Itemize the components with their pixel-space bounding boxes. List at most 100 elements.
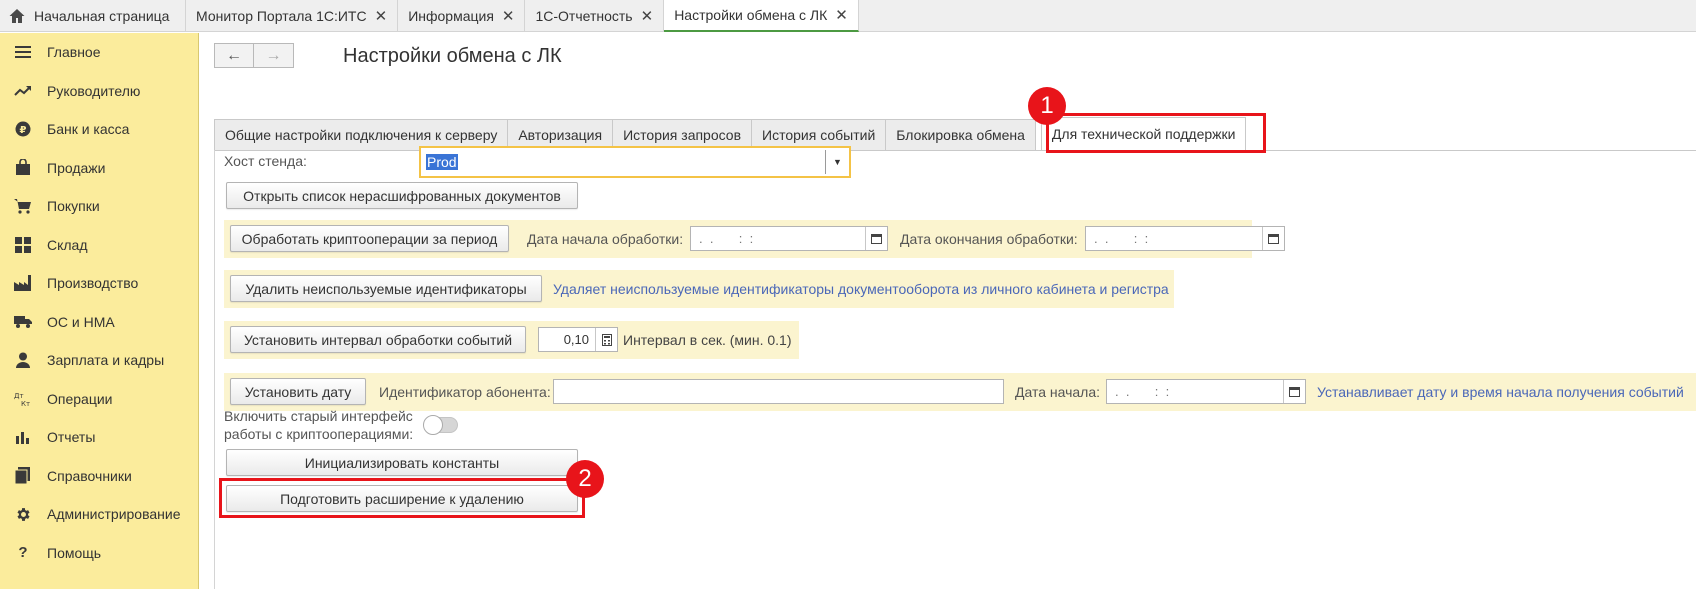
sidebar-item-label: Операции [47, 390, 113, 407]
start-date-label: Дата начала обработки: [527, 231, 684, 247]
svg-text:Кт: Кт [21, 400, 30, 407]
set-date-button[interactable]: Установить дату [230, 378, 366, 405]
sidebar-item-label: Зарплата и кадры [47, 352, 165, 369]
home-tab[interactable]: Начальная страница [0, 0, 186, 32]
old-interface-toggle[interactable] [423, 415, 458, 435]
old-interface-label: Включить старый интерфейс работы с крипт… [224, 407, 413, 443]
bar-chart-icon [14, 428, 32, 446]
sidebar-item-label: Администрирование [47, 506, 181, 523]
sidebar-item-fixed-assets[interactable]: ОС и НМА [0, 303, 198, 342]
sidebar-item-label: ОС и НМА [47, 313, 115, 330]
subscriber-id-field[interactable] [553, 379, 1004, 404]
chevron-down-icon[interactable]: ▼ [825, 150, 849, 174]
person-icon [14, 351, 32, 369]
question-icon: ? [18, 544, 28, 562]
page-title: Настройки обмена с ЛК [343, 45, 562, 67]
sidebar-item-warehouse[interactable]: Склад [0, 226, 198, 265]
end-date-value: . . : : [1094, 231, 1149, 246]
top-tab-label: 1С-Отчетность [535, 8, 633, 24]
calendar-icon[interactable] [1283, 380, 1305, 403]
top-tab-reporting[interactable]: 1С-Отчетность ✕ [525, 0, 665, 32]
close-icon[interactable]: ✕ [375, 7, 388, 25]
sidebar-item-salary[interactable]: Зарплата и кадры [0, 341, 198, 380]
sidebar-item-label: Покупки [47, 198, 100, 215]
sidebar-item-help[interactable]: ? Помощь [0, 534, 198, 573]
host-label: Хост стенда: [224, 153, 307, 169]
interval-hint: Интервал в сек. (мин. 0.1) [623, 332, 792, 348]
process-crypto-button[interactable]: Обработать криптооперации за период [230, 225, 509, 252]
calculator-icon[interactable] [595, 328, 617, 351]
top-tab-information[interactable]: Информация ✕ [398, 0, 526, 32]
close-icon[interactable]: ✕ [502, 7, 515, 25]
forward-button[interactable]: → [254, 43, 294, 68]
end-date-field[interactable]: . . : : [1085, 226, 1285, 251]
back-button[interactable]: ← [214, 43, 254, 68]
date-start-value: . . : : [1115, 384, 1170, 399]
books-icon [14, 467, 32, 485]
sidebar-item-purchases[interactable]: Покупки [0, 187, 198, 226]
sidebar-item-main[interactable]: Главное [0, 33, 198, 72]
factory-icon [14, 274, 32, 292]
top-tab-exchange-settings[interactable]: Настройки обмена с ЛК ✕ [664, 0, 859, 32]
home-tab-label: Начальная страница [34, 8, 170, 24]
top-tab-its-monitor[interactable]: Монитор Портала 1С:ИТС ✕ [186, 0, 399, 32]
warehouse-icon [14, 236, 32, 254]
old-interface-label-line1: Включить старый интерфейс [224, 408, 413, 424]
sidebar-item-sales[interactable]: Продажи [0, 149, 198, 188]
annotation-badge-2: 2 [566, 460, 604, 498]
top-tab-label: Настройки обмена с ЛК [674, 7, 828, 23]
top-tab-label: Информация [408, 8, 494, 24]
home-icon [9, 9, 25, 23]
truck-icon [14, 313, 32, 331]
main-panel: ← → Настройки обмена с ЛК Общие настройк… [200, 33, 1696, 589]
sidebar-item-label: Банк и касса [47, 121, 130, 138]
menu-icon [14, 43, 32, 61]
toggle-knob [423, 415, 443, 435]
sidebar-item-production[interactable]: Производство [0, 264, 198, 303]
end-date-label: Дата окончания обработки: [900, 231, 1078, 247]
init-constants-button[interactable]: Инициализировать константы [226, 449, 578, 476]
subscriber-id-label: Идентификатор абонента: [379, 384, 551, 400]
host-select[interactable]: Prod ▼ [419, 146, 851, 178]
close-icon[interactable]: ✕ [641, 7, 654, 25]
sidebar-item-administration[interactable]: Администрирование [0, 495, 198, 534]
top-tab-label: Монитор Портала 1С:ИТС [196, 8, 367, 24]
sidebar-item-operations[interactable]: Дт Кт Операции [0, 380, 198, 419]
gear-icon [14, 505, 32, 523]
tab-exchange-lock[interactable]: Блокировка обмена [885, 119, 1036, 150]
annotation-badge-1: 1 [1028, 87, 1066, 125]
sidebar-item-label: Главное [47, 44, 101, 61]
sidebar-item-bank[interactable]: ₽ Банк и касса [0, 110, 198, 149]
date-start-hint: Устанавливает дату и время начала получе… [1317, 384, 1684, 400]
top-tab-bar: Начальная страница Монитор Портала 1С:ИТ… [0, 0, 1696, 32]
sidebar-item-label: Склад [47, 236, 88, 253]
interval-field[interactable]: 0,10 [538, 327, 618, 352]
dt-kt-icon: Дт Кт [14, 390, 32, 408]
navigation-buttons: ← → [214, 43, 294, 68]
sidebar-item-label: Справочники [47, 467, 132, 484]
delete-ids-hint: Удаляет неиспользуемые идентификаторы до… [553, 281, 1169, 297]
close-icon[interactable]: ✕ [835, 6, 848, 24]
calendar-icon[interactable] [865, 227, 887, 250]
sidebar-item-label: Производство [47, 275, 139, 292]
sidebar-item-label: Продажи [47, 159, 106, 176]
sidebar-item-reports[interactable]: Отчеты [0, 418, 198, 457]
sidebar: Главное Руководителю ₽ Банк и касса Прод… [0, 33, 199, 589]
trend-icon [14, 82, 32, 100]
calendar-icon[interactable] [1262, 227, 1284, 250]
set-interval-button[interactable]: Установить интервал обработки событий [230, 326, 526, 353]
svg-text:₽: ₽ [20, 125, 27, 136]
callout-tech-support-tab [1046, 113, 1266, 153]
sidebar-item-director[interactable]: Руководителю [0, 72, 198, 111]
delete-unused-ids-button[interactable]: Удалить неиспользуемые идентификаторы [230, 275, 542, 302]
sidebar-item-label: Отчеты [47, 429, 96, 446]
start-date-field[interactable]: . . : : [690, 226, 888, 251]
sidebar-item-catalogs[interactable]: Справочники [0, 457, 198, 496]
date-start-field[interactable]: . . : : [1106, 379, 1306, 404]
date-start-label: Дата начала: [1015, 384, 1101, 400]
sidebar-item-label: Помощь [47, 544, 102, 561]
open-undecrypted-list-button[interactable]: Открыть список нерасшифрованных документ… [226, 182, 578, 209]
content-border [214, 150, 215, 589]
sidebar-item-label: Руководителю [47, 82, 141, 99]
svg-text:Дт: Дт [14, 392, 24, 400]
